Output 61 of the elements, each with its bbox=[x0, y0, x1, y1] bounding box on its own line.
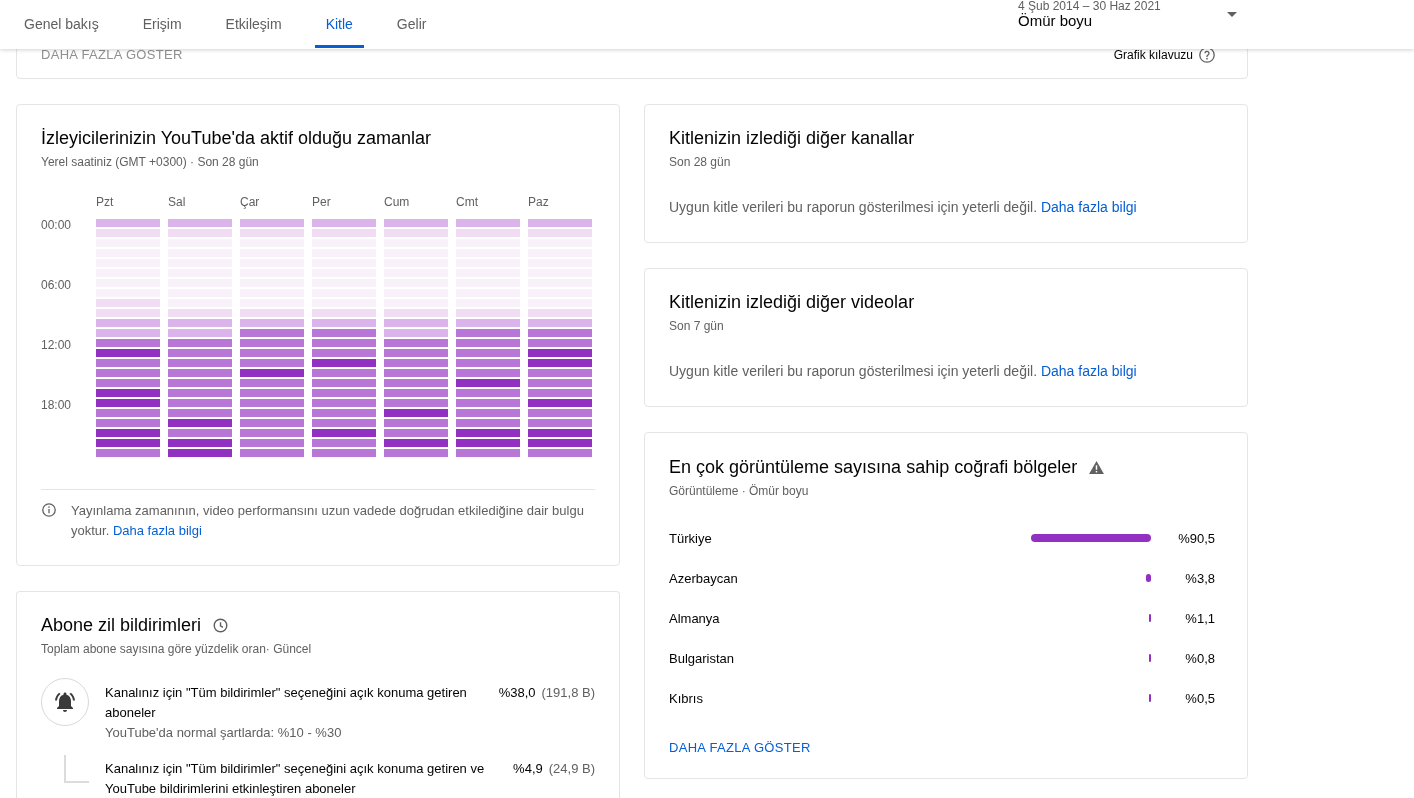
card-title: En çok görüntüleme sayısına sahip coğrafi bölgeler bbox=[669, 456, 1078, 479]
row-description: Kanalınız için "Tüm bildirimler" seçeneğini açık konuma getiren aboneler bbox=[105, 684, 468, 722]
card-subtitle: Görüntüleme · Ömür boyu bbox=[669, 483, 809, 499]
category-label: Almanya bbox=[669, 610, 720, 626]
value-label: %1,1 bbox=[1185, 610, 1215, 626]
day-label: Per bbox=[312, 194, 331, 210]
day-label: Çar bbox=[240, 194, 260, 210]
tab[interactable]: Gelir bbox=[374, 0, 449, 49]
card-title: Abone zil bildirimleri bbox=[41, 614, 202, 637]
info-icon bbox=[42, 503, 56, 517]
info-note: Yayınlama zamanının, video performansını uzun vadede doğrudan etkilediğine dair bulgu yoktur. Daha fazla bilgi bbox=[71, 502, 585, 540]
value-label: %0,5 bbox=[1185, 690, 1215, 706]
chart-guide-button[interactable]: Grafik kılavuzu bbox=[1113, 47, 1215, 63]
row-count: (24,9 B) bbox=[548, 760, 595, 778]
row-description: Kanalınız için "Tüm bildirimler" seçeneğini açık konuma getiren ve YouTube bildirimlerini etkinleştiren aboneler bbox=[105, 760, 486, 798]
row-note: YouTube'da normal şartlarda: %10 - %30 bbox=[105, 724, 342, 742]
card-title: İzleyicilerinizin YouTube'da aktif olduğu zamanlar bbox=[41, 127, 431, 150]
warning-icon bbox=[1089, 460, 1105, 474]
category-label: Azerbaycan bbox=[669, 570, 738, 586]
value-label: %90,5 bbox=[1178, 530, 1215, 546]
day-label: Paz bbox=[528, 194, 549, 210]
hour-label: 18:00 bbox=[41, 399, 72, 411]
day-label: Cmt bbox=[456, 194, 478, 210]
tab[interactable]: Etkileşim bbox=[203, 0, 304, 49]
hour-label: 00:00 bbox=[41, 219, 72, 231]
day-label: Cum bbox=[384, 194, 410, 210]
row-percent: %38,0 bbox=[498, 684, 536, 702]
card-subtitle: Toplam abone sayısına göre yüzdelik oran· Güncel bbox=[41, 641, 312, 657]
card-subtitle: Son 28 gün bbox=[669, 154, 731, 170]
category-label: Türkiye bbox=[669, 530, 712, 546]
tab[interactable]: Erişim bbox=[120, 0, 204, 49]
card-subtitle: Son 7 gün bbox=[669, 318, 724, 334]
date-range-dropdown[interactable]: 4 Şub 2014 – 30 Haz 2021 Ömür boyu bbox=[1018, 0, 1240, 49]
clock-icon bbox=[213, 617, 229, 633]
help-icon bbox=[1199, 47, 1215, 63]
bar bbox=[1145, 574, 1151, 582]
card-title: Kitlenizin izlediği diğer videolar bbox=[669, 291, 915, 314]
value-label: %0,8 bbox=[1185, 650, 1215, 666]
bell-icon bbox=[41, 678, 89, 726]
empty-message: Uygun kitle verileri bu raporun gösterilmesi için yeterli değil. Daha fazla bilgi bbox=[669, 198, 1138, 217]
hour-label: 06:00 bbox=[41, 279, 72, 291]
hour-label: 12:00 bbox=[41, 339, 72, 351]
card-title: Kitlenizin izlediği diğer kanallar bbox=[669, 127, 915, 150]
row-percent: %4,9 bbox=[513, 760, 543, 778]
category-label: Kıbrıs bbox=[669, 690, 703, 706]
show-more-button[interactable]: DAHA FAZLA GÖSTER bbox=[669, 740, 811, 756]
connector-line bbox=[64, 755, 89, 783]
row-count: (191,8 B) bbox=[541, 684, 595, 702]
caret-icon bbox=[1227, 12, 1237, 17]
empty-message: Uygun kitle verileri bu raporun gösterilmesi için yeterli değil. Daha fazla bilgi bbox=[669, 362, 1138, 381]
category-label: Bulgaristan bbox=[669, 650, 735, 666]
tab[interactable]: Kitle bbox=[303, 0, 375, 49]
day-label: Pzt bbox=[96, 194, 114, 210]
day-label: Sal bbox=[168, 194, 186, 210]
learn-more-link[interactable]: Daha fazla bilgi bbox=[1040, 363, 1137, 379]
show-more-button[interactable]: DAHA FAZLA GÖSTER bbox=[41, 47, 183, 63]
value-label: %3,8 bbox=[1185, 570, 1215, 586]
learn-more-link[interactable]: Daha fazla bilgi bbox=[112, 523, 202, 538]
card-subtitle: Yerel saatiniz (GMT +0300) · Son 28 gün bbox=[41, 154, 259, 170]
tab[interactable]: Genel bakış bbox=[2, 0, 121, 49]
learn-more-link[interactable]: Daha fazla bilgi bbox=[1040, 199, 1137, 215]
